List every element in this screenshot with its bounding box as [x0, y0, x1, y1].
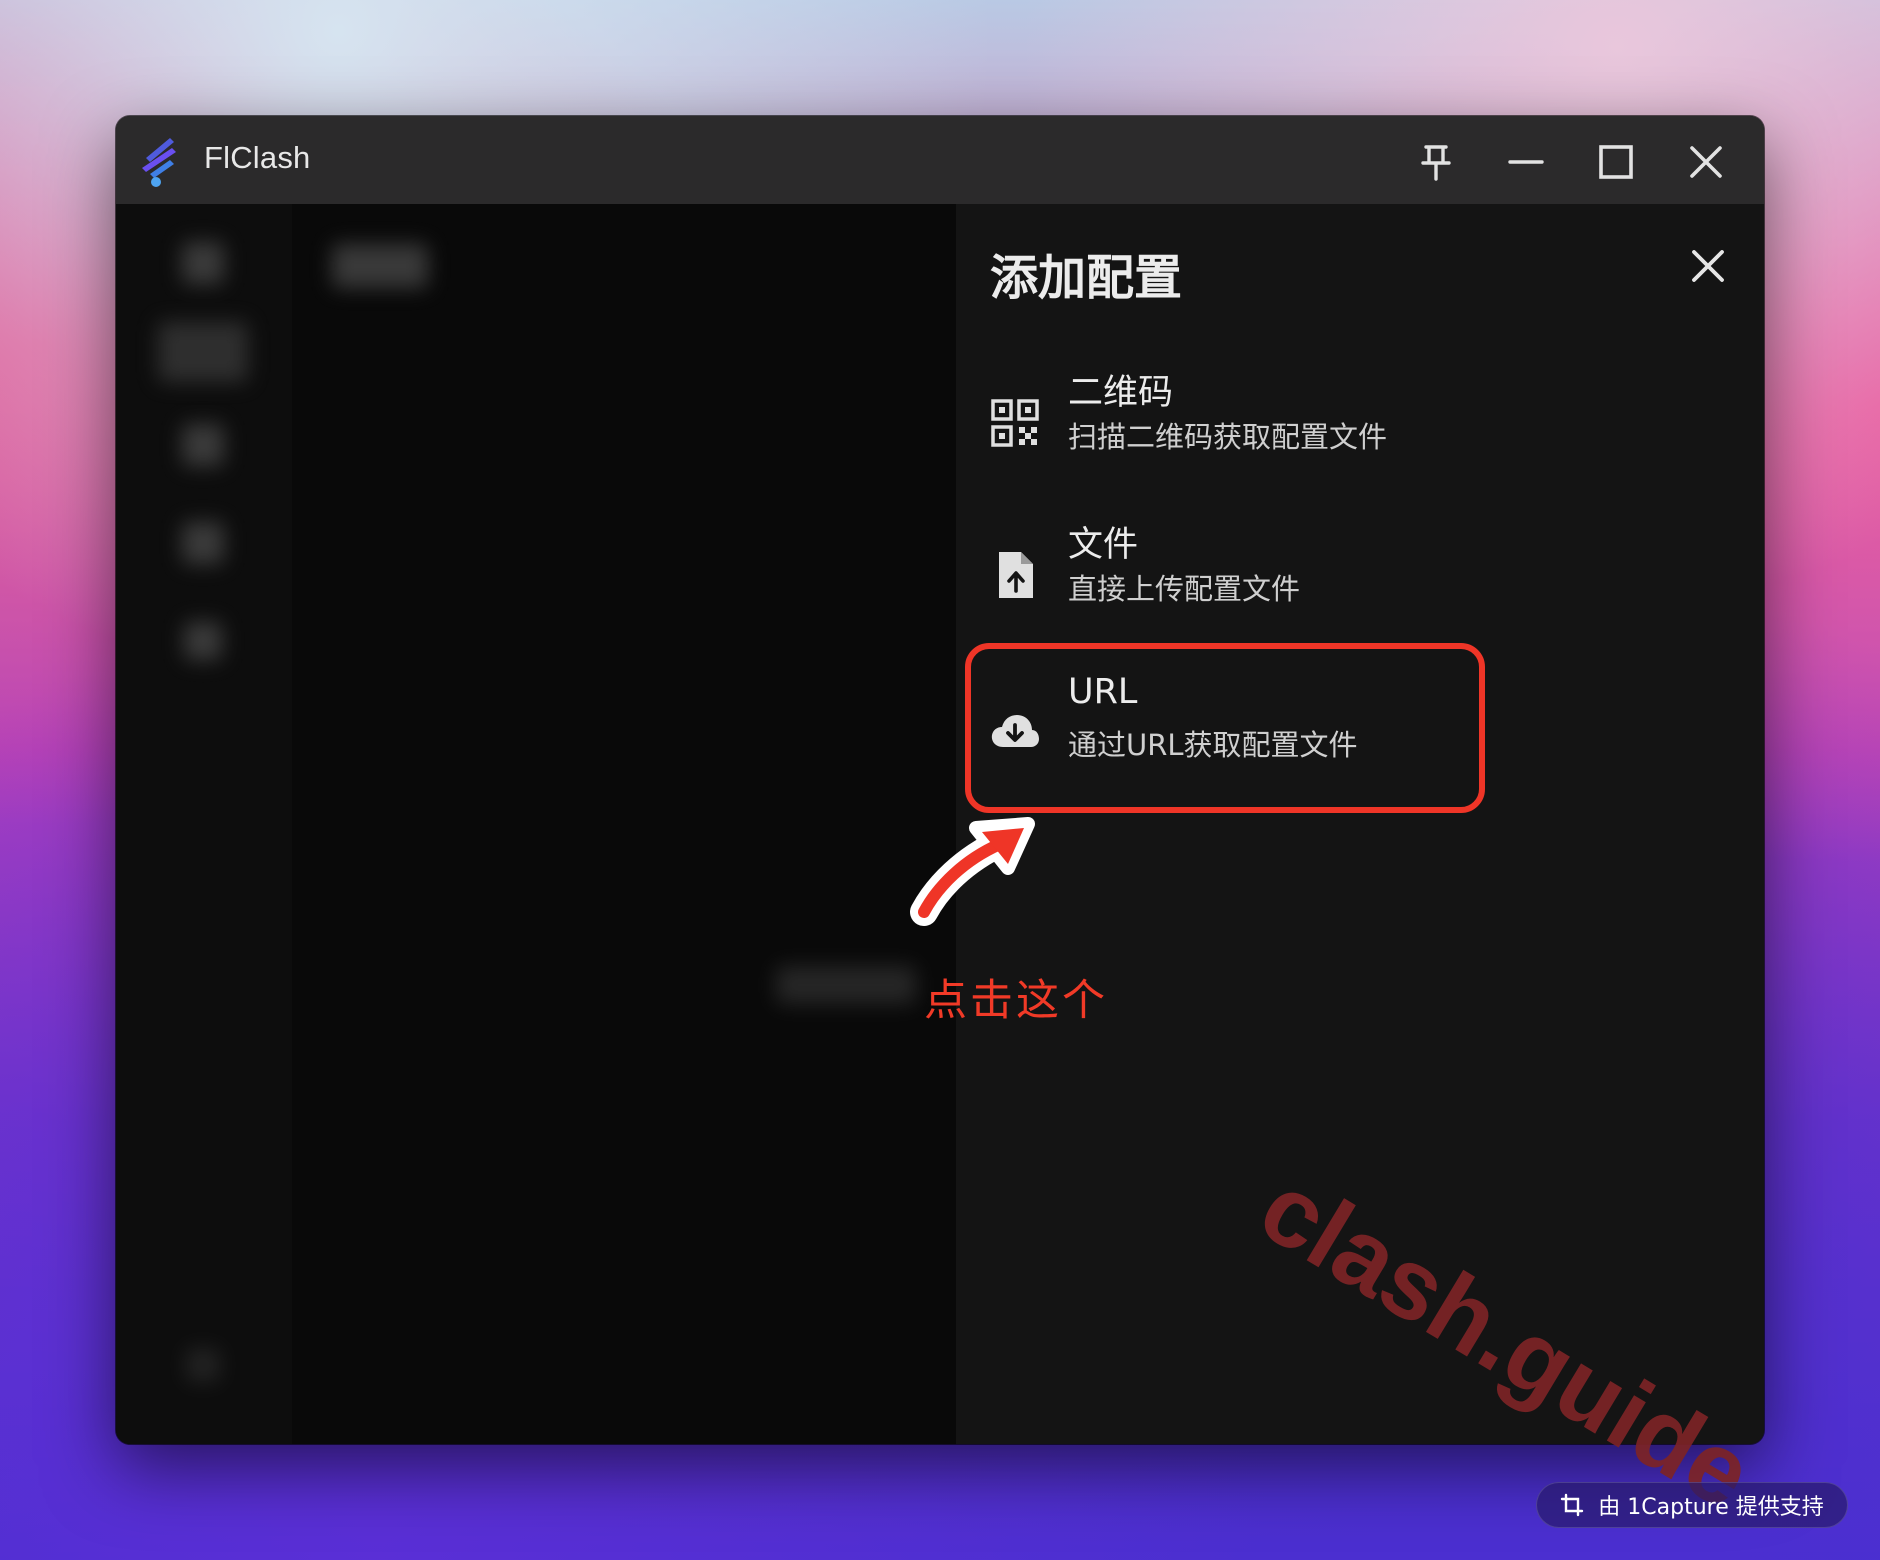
window-close-button[interactable] [1680, 136, 1732, 188]
crop-icon [1561, 1493, 1584, 1517]
click-hint-annotation: 点击这个 [924, 976, 1108, 1026]
app-title: FlClash [204, 140, 311, 175]
option-title: 文件 [1068, 525, 1139, 565]
maximize-icon [1599, 145, 1633, 179]
close-icon [1690, 146, 1722, 178]
nav-icon-profiles[interactable] [158, 322, 248, 382]
capture-badge-label: 由 1Capture 提供支持 [1598, 1495, 1824, 1520]
blurred-empty-text [776, 966, 916, 1004]
nav-icon-tools[interactable] [182, 522, 224, 564]
arrow-icon [910, 817, 1035, 926]
nav-icon-proxies[interactable] [182, 424, 224, 466]
option-qr-code[interactable]: 二维码 扫描二维码获取配置文件 [986, 364, 1546, 494]
sheet-title: 添加配置 [990, 250, 1183, 306]
maximize-button[interactable] [1590, 136, 1642, 188]
navigation-rail [116, 204, 292, 1444]
nav-icon-logs[interactable] [184, 622, 222, 660]
sheet-close-button[interactable] [1682, 240, 1734, 292]
close-icon [1692, 250, 1724, 282]
file-upload-icon [999, 552, 1033, 598]
nav-icon-bottom[interactable] [186, 1348, 220, 1382]
url-highlight-box [965, 643, 1485, 813]
blurred-main-area [116, 204, 956, 1444]
flclash-logo-icon [142, 138, 176, 187]
app-window: FlClash 添加配置 二维码 扫描二维码获取配置文件 文件 直接上传配置文件… [116, 116, 1764, 1444]
option-file[interactable]: 文件 直接上传配置文件 [986, 516, 1546, 646]
option-subtitle: 扫描二维码获取配置文件 [1068, 420, 1388, 454]
option-title: 二维码 [1068, 373, 1174, 413]
minimize-button[interactable] [1500, 136, 1552, 188]
blurred-page-title [332, 244, 428, 288]
capture-badge[interactable]: 由 1Capture 提供支持 [1536, 1482, 1848, 1528]
nav-icon-dashboard[interactable] [182, 242, 224, 284]
pin-button[interactable] [1410, 136, 1462, 188]
pin-icon [1421, 145, 1451, 181]
option-icon [986, 394, 1044, 452]
option-subtitle: 直接上传配置文件 [1068, 572, 1301, 606]
title-bar[interactable]: FlClash [116, 116, 1764, 204]
qr-code-icon [991, 399, 1039, 447]
minimize-icon [1508, 160, 1544, 164]
option-icon [986, 546, 1044, 604]
